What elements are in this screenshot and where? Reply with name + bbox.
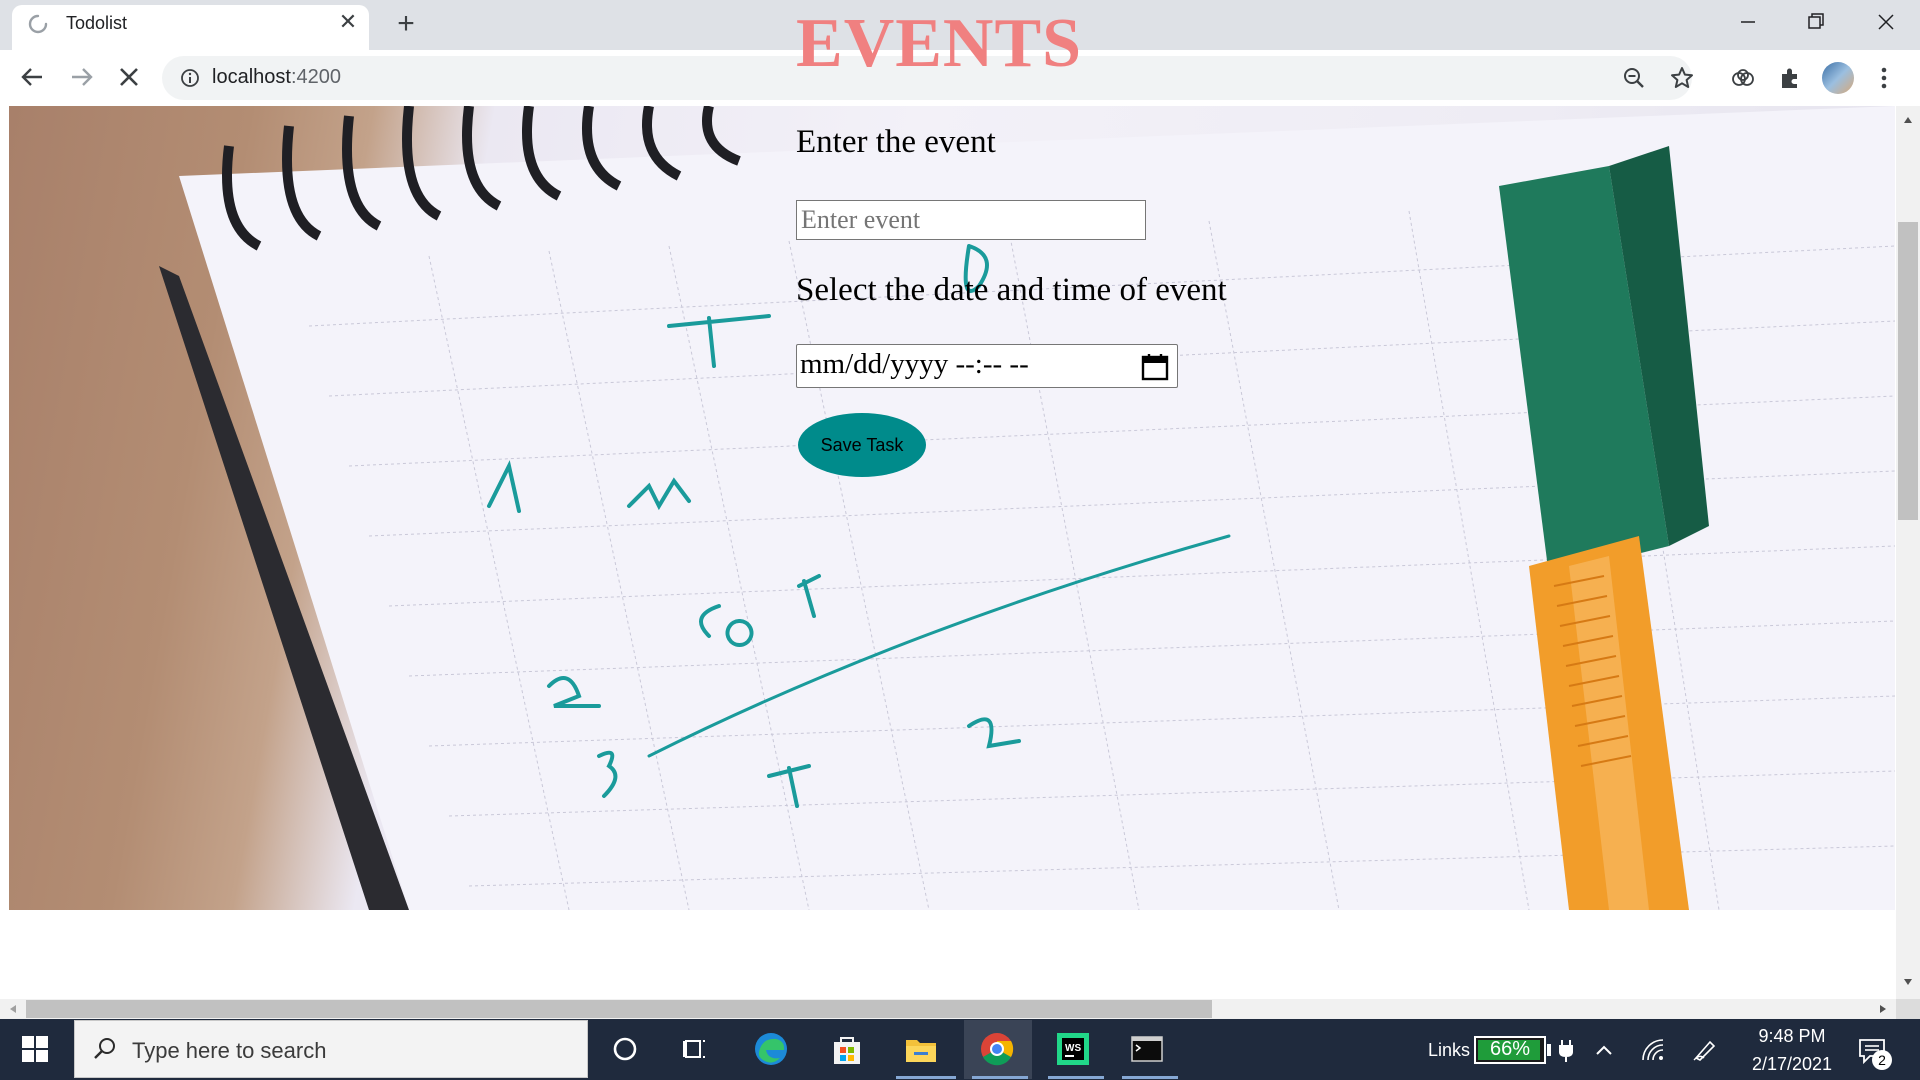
more-vert-icon[interactable]	[1874, 64, 1894, 92]
horizontal-scroll-thumb[interactable]	[26, 1000, 1212, 1018]
datetime-placeholder: mm/dd/yyyy --:-- --	[800, 348, 1029, 380]
links-toolbar-label[interactable]: Links	[1428, 1040, 1470, 1061]
url-host: localhost	[212, 66, 291, 88]
url-port: :4200	[290, 66, 341, 88]
extension-cloud-icon[interactable]	[1728, 64, 1758, 92]
scroll-left-arrow-icon[interactable]	[6, 1002, 20, 1016]
chrome-browser-icon[interactable]	[978, 1030, 1016, 1068]
back-arrow-icon[interactable]	[14, 62, 50, 92]
forward-arrow-icon[interactable]	[64, 62, 100, 92]
vertical-scroll-thumb[interactable]	[1898, 222, 1918, 520]
url-text[interactable]: localhost:4200	[212, 66, 341, 89]
stop-loading-icon[interactable]	[114, 62, 144, 92]
chrome-running-indicator	[972, 1076, 1028, 1079]
cortana-icon[interactable]	[606, 1030, 644, 1068]
extension-puzzle-icon[interactable]	[1776, 64, 1804, 92]
tab-close-icon[interactable]: ✕	[336, 10, 360, 34]
battery-percent: 66%	[1489, 1038, 1531, 1060]
file-explorer-icon[interactable]	[902, 1030, 940, 1068]
power-plug-icon[interactable]	[1556, 1036, 1576, 1064]
windows-start-icon[interactable]	[22, 1036, 48, 1062]
date-label: Select the date and time of event	[796, 272, 1227, 308]
search-placeholder: Type here to search	[132, 1038, 327, 1063]
profile-avatar[interactable]	[1822, 62, 1854, 94]
microsoft-store-icon[interactable]	[828, 1030, 866, 1068]
edge-browser-icon[interactable]	[752, 1030, 790, 1068]
notification-count-badge: 2	[1872, 1050, 1892, 1070]
site-info-icon[interactable]	[180, 68, 200, 88]
svg-text:WS: WS	[1065, 1043, 1081, 1054]
webstorm-icon[interactable]: WS	[1054, 1030, 1092, 1068]
scroll-down-arrow-icon[interactable]	[1900, 974, 1916, 990]
task-view-icon[interactable]	[676, 1030, 714, 1068]
scrollbar-corner	[1896, 999, 1920, 1019]
tab-title: Todolist	[66, 13, 128, 33]
page-title: EVENTS	[796, 5, 1083, 82]
bookmark-star-icon[interactable]	[1668, 64, 1696, 92]
terminal-icon[interactable]	[1128, 1030, 1166, 1068]
window-close-icon[interactable]	[1866, 6, 1906, 38]
scroll-up-arrow-icon[interactable]	[1900, 112, 1916, 128]
window-minimize-icon[interactable]	[1728, 6, 1768, 38]
clock-date[interactable]: 2/17/2021	[1742, 1054, 1842, 1075]
files-running-indicator	[896, 1076, 956, 1079]
save-task-button[interactable]: Save Task	[798, 413, 926, 477]
show-hidden-icons-chevron-icon[interactable]	[1592, 1040, 1616, 1060]
pen-workspace-icon[interactable]	[1692, 1038, 1718, 1062]
clock-time[interactable]: 9:48 PM	[1742, 1026, 1842, 1047]
search-icon	[94, 1038, 115, 1059]
scroll-right-arrow-icon[interactable]	[1876, 1002, 1890, 1016]
event-input[interactable]	[796, 200, 1146, 240]
event-label: Enter the event	[796, 124, 996, 160]
wifi-icon[interactable]	[1640, 1038, 1666, 1062]
zoom-out-icon[interactable]	[1620, 64, 1648, 92]
webstorm-running-indicator	[1048, 1076, 1104, 1079]
calendar-icon[interactable]	[1140, 352, 1170, 382]
loading-spinner-icon	[28, 14, 48, 34]
terminal-running-indicator	[1122, 1076, 1178, 1079]
battery-tip	[1547, 1044, 1551, 1056]
new-tab-plus-icon[interactable]: +	[390, 9, 422, 41]
window-restore-icon[interactable]	[1795, 6, 1835, 38]
